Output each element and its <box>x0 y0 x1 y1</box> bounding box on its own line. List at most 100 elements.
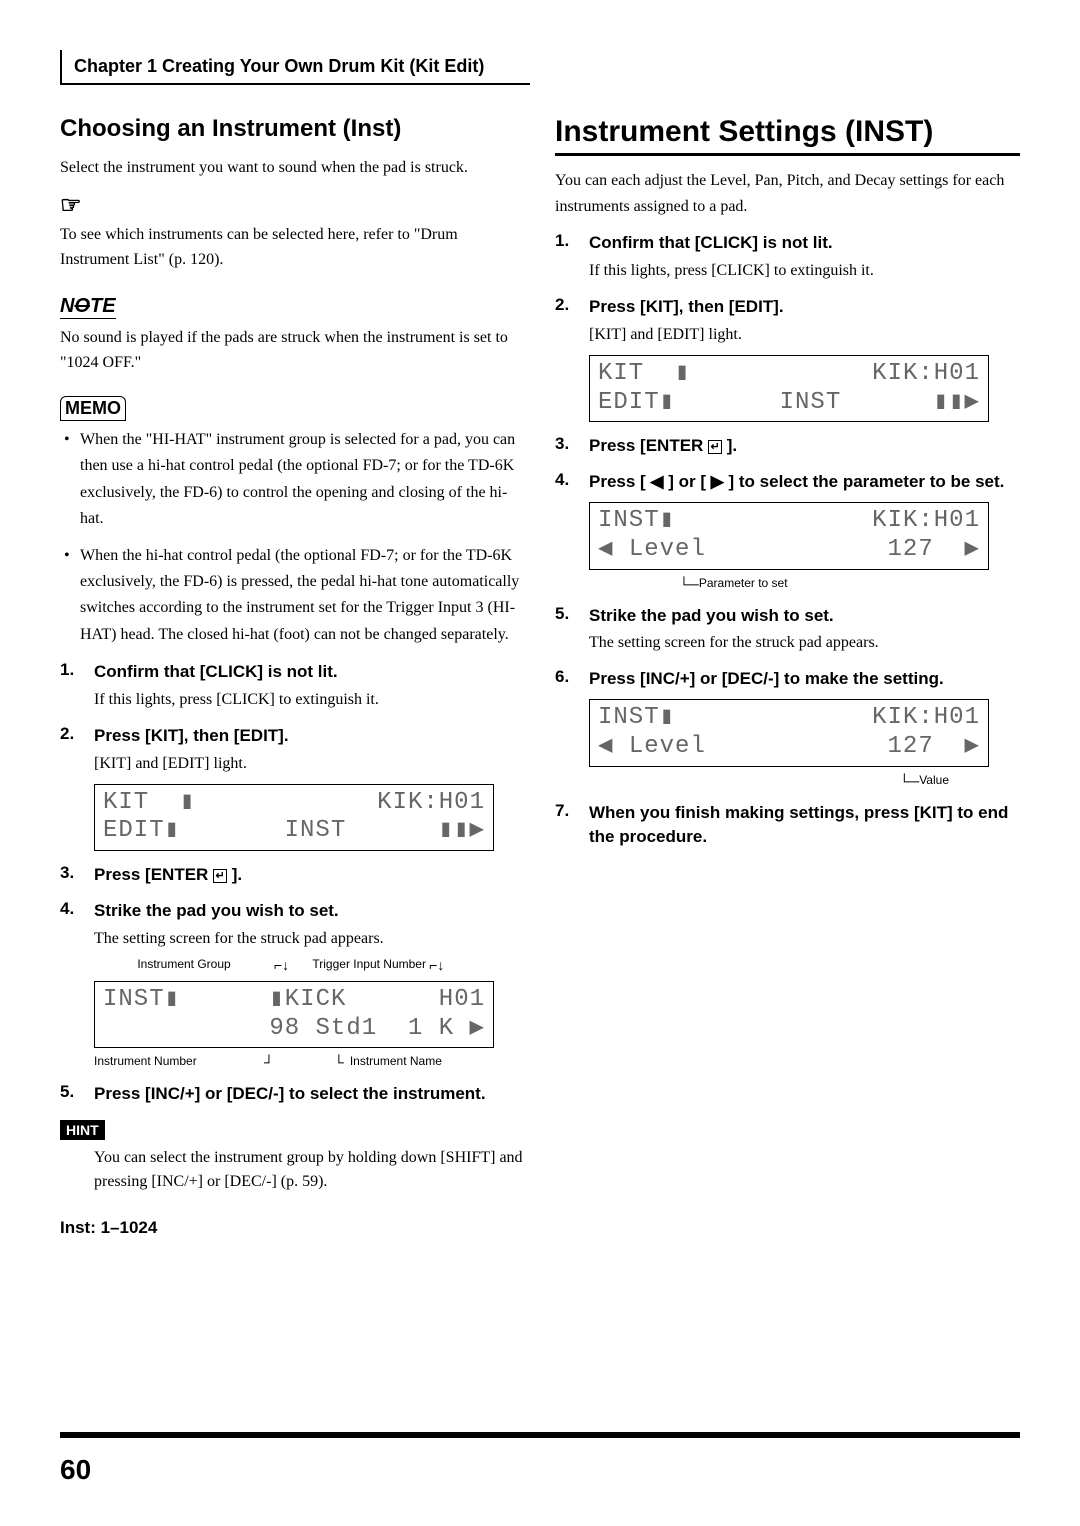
left-section-title: Choosing an Instrument (Inst) <box>60 115 525 143</box>
r-step-2: 2. Press [KIT], then [EDIT]. <box>555 295 1020 319</box>
lcd-label: Instrument Number <box>94 1054 264 1070</box>
step-number: 2. <box>60 724 80 748</box>
r-step-4: 4. Press [ ◀ ] or [ ▶ ] to select the pa… <box>555 470 1020 494</box>
lcd-sublabel-row: Instrument Number ┘ └ Instrument Name <box>94 1054 494 1070</box>
right-intro: You can each adjust the Level, Pan, Pitc… <box>555 168 1020 219</box>
lcd-text: INST ▮▮▶ <box>285 817 485 846</box>
lcd-text: KIT ▮ <box>103 789 195 818</box>
arrow-up-icon: └─ <box>679 576 699 592</box>
step-2: 2. Press [KIT], then [EDIT]. <box>60 724 525 748</box>
step-text: Strike the pad you wish to set. <box>94 899 339 923</box>
step-number: 1. <box>555 231 575 255</box>
step-body: The setting screen for the struck pad ap… <box>94 927 525 951</box>
step-1: 1. Confirm that [CLICK] is not lit. <box>60 660 525 684</box>
step-text: When you finish making settings, press [… <box>589 801 1020 849</box>
arrow-down-icon: ⌐↓ <box>274 957 289 973</box>
lcd-text: ◀ Level <box>598 733 706 762</box>
step-text: Press [INC/+] or [DEC/-] to make the set… <box>589 667 944 691</box>
footer-divider <box>60 1432 1020 1438</box>
step-text: Confirm that [CLICK] is not lit. <box>94 660 338 684</box>
arrow-down-icon: ⌐↓ <box>429 957 444 973</box>
step-text: Press [INC/+] or [DEC/-] to select the i… <box>94 1082 486 1106</box>
step-5: 5. Press [INC/+] or [DEC/-] to select th… <box>60 1082 525 1106</box>
lcd-text: ◀ Level <box>598 536 706 565</box>
chapter-header: Chapter 1 Creating Your Own Drum Kit (Ki… <box>60 50 530 85</box>
r-step-6: 6. Press [INC/+] or [DEC/-] to make the … <box>555 667 1020 691</box>
step-text: Press [KIT], then [EDIT]. <box>94 724 289 748</box>
step-text: Strike the pad you wish to set. <box>589 604 834 628</box>
annotation-text: Value <box>919 773 949 789</box>
value-range: Inst: 1–1024 <box>60 1218 525 1238</box>
lcd-screen-right-2: INST▮ KIK:H01 ◀ Level 127 ▶ <box>589 502 989 570</box>
arrow-up-icon: ┘ <box>264 1054 274 1070</box>
lcd-label-row: Instrument Group ⌐↓ Trigger Input Number… <box>94 957 494 973</box>
lcd-text: EDIT▮ <box>598 389 675 418</box>
step-3: 3. Press [ENTER ↵ ]. <box>60 863 525 887</box>
step-text: Confirm that [CLICK] is not lit. <box>589 231 833 255</box>
step-body: The setting screen for the struck pad ap… <box>589 631 1020 655</box>
lcd-text: KIK:H01 <box>872 507 980 536</box>
step-text: Press [KIT], then [EDIT]. <box>589 295 784 319</box>
ref-text: To see which instruments can be selected… <box>60 222 525 273</box>
reference-icon: ☞ <box>60 191 525 220</box>
lcd-screen-right-1: KIT ▮ KIK:H01 EDIT▮ INST ▮▮▶ <box>589 355 989 423</box>
r-step-7: 7. When you finish making settings, pres… <box>555 801 1020 849</box>
step-body: If this lights, press [CLICK] to extingu… <box>589 259 1020 283</box>
lcd-text: ▮KICK H01 <box>269 986 485 1015</box>
lcd-annotation: └─ Value <box>589 773 989 789</box>
step-number: 4. <box>555 470 575 494</box>
lcd-text: KIK:H01 <box>377 789 485 818</box>
arrow-up-icon: └ <box>334 1054 344 1070</box>
step-number: 4. <box>60 899 80 923</box>
arrow-up-icon: └─ <box>899 773 919 789</box>
step-number: 6. <box>555 667 575 691</box>
note-text: No sound is played if the pads are struc… <box>60 325 525 376</box>
lcd-text: INST▮ <box>103 986 180 1015</box>
page-number: 60 <box>60 1454 91 1486</box>
lcd-text: 127 ▶ <box>888 536 980 565</box>
step-body: [KIT] and [EDIT] light. <box>94 752 525 776</box>
r-step-1: 1. Confirm that [CLICK] is not lit. <box>555 231 1020 255</box>
annotation-text: Parameter to set <box>699 576 788 592</box>
step-4: 4. Strike the pad you wish to set. <box>60 899 525 923</box>
lcd-text: INST▮ <box>598 704 675 733</box>
lcd-text: EDIT▮ <box>103 817 180 846</box>
lcd-label: Instrument Name <box>344 1054 484 1070</box>
step-number: 5. <box>60 1082 80 1106</box>
memo-icon: MEMO <box>60 396 126 421</box>
lcd-text: 127 ▶ <box>888 733 980 762</box>
note-icon: NOTE <box>60 295 116 319</box>
r-step-3: 3. Press [ENTER ↵ ]. <box>555 434 1020 458</box>
step-body: If this lights, press [CLICK] to extingu… <box>94 688 525 712</box>
memo-item: When the hi-hat control pedal (the optio… <box>80 543 525 649</box>
step-text: Press [ENTER ↵ ]. <box>94 863 242 887</box>
r-step-5: 5. Strike the pad you wish to set. <box>555 604 1020 628</box>
lcd-text: 98 Std1 1 K ▶ <box>269 1015 485 1044</box>
step-body: [KIT] and [EDIT] light. <box>589 323 1020 347</box>
step-text: Press [ ◀ ] or [ ▶ ] to select the param… <box>589 470 1004 494</box>
right-column: Instrument Settings (INST) You can each … <box>555 115 1020 1238</box>
step-number: 2. <box>555 295 575 319</box>
step-text: Press [ENTER ↵ ]. <box>589 434 737 458</box>
enter-icon: ↵ <box>213 869 227 883</box>
right-main-title: Instrument Settings (INST) <box>555 115 1020 156</box>
left-column: Choosing an Instrument (Inst) Select the… <box>60 115 525 1238</box>
hint-icon: HINT <box>60 1120 105 1140</box>
step-number: 3. <box>555 434 575 458</box>
lcd-text: KIT ▮ <box>598 360 690 389</box>
lcd-text: KIK:H01 <box>872 360 980 389</box>
step-number: 1. <box>60 660 80 684</box>
step-number: 7. <box>555 801 575 849</box>
left-intro: Select the instrument you want to sound … <box>60 155 525 181</box>
lcd-text: INST▮ <box>598 507 675 536</box>
lcd-annotation: └─ Parameter to set <box>589 576 989 592</box>
lcd-text: INST ▮▮▶ <box>780 389 980 418</box>
hint-text: You can select the instrument group by h… <box>94 1146 525 1194</box>
memo-item: When the "HI-HAT" instrument group is se… <box>80 427 525 533</box>
enter-icon: ↵ <box>708 440 722 454</box>
step-number: 5. <box>555 604 575 628</box>
lcd-text: KIK:H01 <box>872 704 980 733</box>
step-number: 3. <box>60 863 80 887</box>
lcd-label: Instrument Group <box>94 957 274 973</box>
lcd-label: Trigger Input Number <box>309 957 429 973</box>
